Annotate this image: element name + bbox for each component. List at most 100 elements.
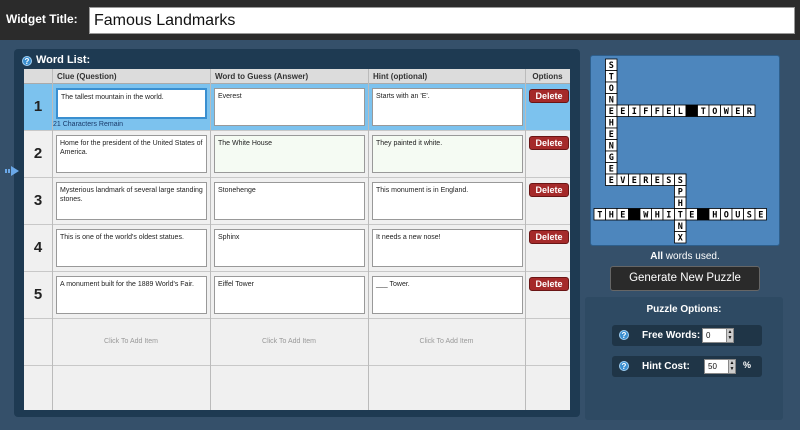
crossword-letter: P (678, 187, 683, 197)
crossword-word-eiffel: EIFFELTOWER (616, 104, 756, 117)
crossword-letter: G (609, 153, 614, 163)
delete-button[interactable]: Delete (529, 89, 569, 103)
crossword-letter: H (609, 210, 614, 220)
crossword-letter: T (678, 210, 683, 220)
stepper-arrows-icon[interactable]: ▲ ▼ (728, 360, 735, 373)
crossword-letter: S (747, 210, 752, 220)
hint-cost-stepper[interactable]: 50 ▲ ▼ (704, 359, 736, 374)
free-words-value: 0 (706, 331, 711, 340)
crossword-letter: H (655, 210, 660, 220)
table-row[interactable]: 3 Mysterious landmark of several large s… (24, 178, 570, 225)
crossword-letter: T (701, 107, 706, 117)
column-divider (52, 69, 53, 410)
crossword-letter: N (609, 95, 614, 105)
clue-field[interactable]: Mysterious landmark of several large sta… (56, 182, 207, 220)
help-icon[interactable]: ? (619, 361, 629, 371)
crossword-word-stonehenge: STONEHENGE (605, 58, 618, 175)
row-number: 2 (33, 145, 43, 162)
table-row[interactable]: 4 This is one of the world's oldest stat… (24, 225, 570, 272)
hint-field[interactable]: ___ Tower. (372, 276, 523, 314)
add-item-hint[interactable]: Click To Add Item (368, 338, 525, 345)
crossword-letter: N (609, 141, 614, 151)
crossword-preview: STONEHENGEEIFFELTOWEREVERESTSPHINXTHEWHI… (590, 55, 780, 246)
table-row[interactable]: 2 Home for the president of the United S… (24, 131, 570, 178)
crossword-letter: E (666, 107, 671, 117)
header-clue: Clue (Question) (52, 69, 210, 84)
free-words-label: Free Words: (642, 330, 701, 341)
hint-field[interactable]: Starts with an 'E'. (372, 88, 523, 126)
column-divider (368, 69, 369, 410)
widget-title-input[interactable]: Famous Landmarks (89, 7, 795, 34)
answer-field[interactable]: Eiffel Tower (214, 276, 365, 314)
arrow-right-icon[interactable] (5, 166, 19, 176)
column-divider (210, 69, 211, 410)
add-item-row[interactable]: Click To Add Item Click To Add Item Clic… (24, 319, 570, 366)
crossword-word-everest: EVEREST (605, 173, 687, 186)
help-icon[interactable]: ? (619, 330, 629, 340)
crossword-letter: U (735, 210, 740, 220)
table-row[interactable]: 1 The tallest mountain in the world. 21 … (24, 84, 570, 131)
crossword-letter: W (643, 210, 649, 220)
crossword-letter: H (678, 199, 683, 209)
crossword-letter: X (678, 233, 683, 243)
crossword-letter: R (643, 176, 649, 186)
crossword-letter: F (655, 107, 660, 117)
answer-field[interactable]: Sphinx (214, 229, 365, 267)
hint-cost-row: ? Hint Cost: 50 ▲ ▼ % (612, 356, 762, 377)
crossword-letter: I (666, 210, 671, 220)
crossword-letter: E (758, 210, 763, 220)
crossword-letter: F (643, 107, 648, 117)
add-item-clue[interactable]: Click To Add Item (52, 338, 210, 345)
row-number: 5 (33, 286, 43, 303)
clue-field[interactable]: Home for the president of the United Sta… (56, 135, 207, 173)
delete-button[interactable]: Delete (529, 183, 569, 197)
hint-field[interactable]: This monument is in England. (372, 182, 523, 220)
row-number: 1 (33, 98, 43, 115)
hint-field[interactable]: They painted it white. (372, 135, 523, 173)
crossword-letter: I (632, 107, 637, 117)
answer-field[interactable]: Everest (214, 88, 365, 126)
stepper-arrows-icon[interactable]: ▲ ▼ (726, 329, 733, 342)
hint-field[interactable]: It needs a new nose! (372, 229, 523, 267)
word-table: Clue (Question) Word to Guess (Answer) H… (24, 69, 570, 410)
crossword-letter: O (609, 84, 614, 94)
crossword-letter: O (724, 210, 729, 220)
options-title: Puzzle Options: (646, 304, 722, 315)
crossword-letter: E (632, 176, 637, 186)
clue-field[interactable]: A monument built for the 1889 World's Fa… (56, 276, 207, 314)
delete-button[interactable]: Delete (529, 136, 569, 150)
crossword-letter: N (678, 222, 683, 232)
answer-field[interactable]: Stonehenge (214, 182, 365, 220)
answer-field[interactable]: The White House (214, 135, 365, 173)
hint-cost-value: 50 (708, 362, 717, 371)
help-icon[interactable]: ? (22, 56, 32, 66)
crossword-letter: E (609, 176, 614, 186)
crossword-letter: S (678, 176, 683, 186)
word-list-title: Word List: (36, 54, 91, 66)
delete-button[interactable]: Delete (529, 277, 569, 291)
header-answer: Word to Guess (Answer) (210, 69, 368, 84)
column-divider (525, 69, 526, 410)
clue-field[interactable]: The tallest mountain in the world. (56, 88, 207, 119)
crossword-grid: STONEHENGEEIFFELTOWEREVERESTSPHINXTHEWHI… (593, 58, 767, 244)
crossword-letter: O (712, 107, 717, 117)
crossword-letter: S (666, 176, 671, 186)
all-words-text: words used. (663, 251, 720, 262)
all-words-status: All words used. (590, 251, 780, 262)
crossword-letter: E (620, 107, 625, 117)
crossword-letter: T (609, 72, 614, 82)
chars-remaining: 21 Characters Remain (53, 121, 124, 128)
table-row[interactable]: 5 A monument built for the 1889 World's … (24, 272, 570, 319)
crossword-letter: L (678, 107, 683, 117)
row-number: 3 (33, 192, 43, 209)
top-bar: Widget Title: Famous Landmarks (0, 0, 800, 40)
free-words-stepper[interactable]: 0 ▲ ▼ (702, 328, 734, 343)
header-number (24, 69, 52, 84)
widget-title-label: Widget Title: (6, 12, 78, 26)
delete-button[interactable]: Delete (529, 230, 569, 244)
free-words-row: ? Free Words: 0 ▲ ▼ (612, 325, 762, 346)
row-number: 4 (33, 239, 43, 256)
generate-puzzle-button[interactable]: Generate New Puzzle (610, 266, 760, 291)
add-item-answer[interactable]: Click To Add Item (210, 338, 368, 345)
clue-field[interactable]: This is one of the world's oldest statue… (56, 229, 207, 267)
